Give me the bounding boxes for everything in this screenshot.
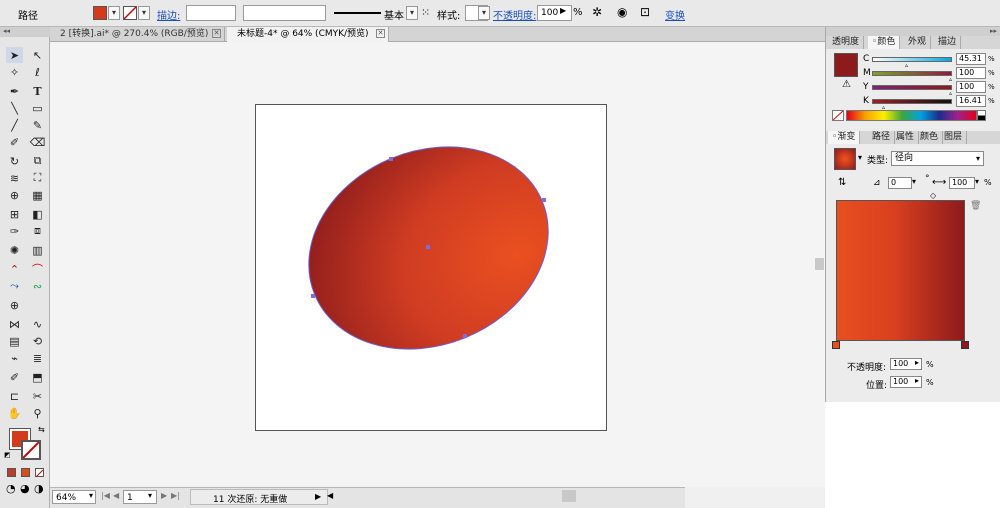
center-point[interactable] bbox=[426, 245, 430, 249]
channel-k-field[interactable]: 16.41 bbox=[956, 95, 986, 107]
status-info[interactable]: 11 次还原: 无重做 ▶ bbox=[190, 489, 328, 505]
channel-c-slider[interactable] bbox=[872, 57, 952, 62]
tab-transparency[interactable]: 透明度 bbox=[828, 36, 865, 49]
aspect-ratio-icon: ⟷ bbox=[932, 177, 947, 188]
channel-m-slider[interactable] bbox=[872, 71, 952, 76]
undo-status: 11 次还原: 无重做 bbox=[213, 495, 288, 505]
stop-opacity-unit: % bbox=[926, 360, 934, 369]
horizontal-scrollbar-thumb[interactable] bbox=[562, 490, 576, 502]
gradient-stop-start[interactable] bbox=[832, 341, 840, 349]
vertical-scrollbar-thumb[interactable] bbox=[815, 258, 824, 270]
status-bar: 64% ▾ |◀ ◀ 1 ▾ ▶ ▶| 11 次还原: 无重做 ▶ ◀ bbox=[50, 487, 685, 508]
channel-m-field[interactable]: 100 bbox=[956, 67, 986, 79]
current-color-swatch[interactable] bbox=[834, 53, 858, 77]
channel-y-thumb[interactable]: ▵ bbox=[949, 90, 952, 97]
stop-location-arrow-icon[interactable]: ▸ bbox=[915, 376, 919, 385]
tab-stroke[interactable]: 描边 bbox=[934, 36, 962, 49]
gradient-preview-swatch[interactable] bbox=[834, 148, 856, 170]
tab-layers[interactable]: 图层 bbox=[940, 131, 968, 144]
gradient-slider-preview[interactable] bbox=[836, 200, 965, 341]
angle-icon: ⊿ bbox=[873, 178, 881, 188]
channel-m-label: M bbox=[863, 68, 871, 78]
dock-header[interactable]: ▸▸ bbox=[826, 27, 1000, 36]
none-color-swatch[interactable] bbox=[832, 110, 844, 121]
aspect-dropdown-icon[interactable]: ▾ bbox=[975, 177, 979, 186]
channel-c-label: C bbox=[863, 54, 870, 64]
chevron-down-icon: ▾ bbox=[975, 154, 980, 163]
stop-opacity-arrow-icon[interactable]: ▸ bbox=[915, 358, 919, 367]
gradient-type-select[interactable]: 径向 ▾ bbox=[891, 151, 984, 166]
channel-k-label: K bbox=[863, 96, 869, 106]
gradient-panel-tabs: ◦渐变 路径 属性 颜色 图层 bbox=[826, 131, 1000, 144]
zoom-dropdown-icon[interactable]: ▾ bbox=[89, 491, 93, 500]
aspect-unit: % bbox=[984, 178, 992, 187]
stop-opacity-label: 不透明度: bbox=[847, 363, 887, 373]
angle-dropdown-icon[interactable]: ▾ bbox=[912, 177, 916, 186]
aspect-ratio-field[interactable]: 100 bbox=[949, 177, 975, 189]
artwork-layer bbox=[308, 146, 824, 350]
tab-color-2[interactable]: 颜色 bbox=[916, 131, 944, 144]
last-page-icon[interactable]: ▶| bbox=[171, 491, 180, 500]
scroll-left-icon[interactable]: ◀ bbox=[327, 491, 333, 500]
channel-y-field[interactable]: 100 bbox=[956, 81, 986, 93]
next-page-icon[interactable]: ▶ bbox=[161, 491, 167, 500]
prev-page-icon[interactable]: ◀ bbox=[113, 491, 119, 500]
first-page-icon[interactable]: |◀ bbox=[101, 491, 110, 500]
page-dropdown-icon[interactable]: ▾ bbox=[148, 491, 152, 500]
stop-location-unit: % bbox=[926, 378, 934, 387]
anchor-point[interactable] bbox=[542, 198, 546, 202]
gradient-type-label: 类型: bbox=[867, 156, 889, 166]
channel-c-field[interactable]: 45.31 bbox=[956, 53, 986, 65]
channel-y-unit: % bbox=[988, 83, 995, 91]
color-spectrum-bar[interactable] bbox=[846, 110, 977, 121]
tab-gradient[interactable]: ◦渐变 bbox=[828, 131, 861, 144]
reverse-gradient-icon[interactable]: ⇅ bbox=[838, 177, 846, 188]
channel-m-unit: % bbox=[988, 69, 995, 77]
gradient-preset-dropdown-icon[interactable]: ▾ bbox=[858, 153, 862, 162]
channel-y-label: Y bbox=[863, 82, 869, 92]
tab-appearance[interactable]: 外观 bbox=[904, 36, 932, 49]
anchor-point[interactable] bbox=[311, 294, 315, 298]
status-menu-icon[interactable]: ▶ bbox=[315, 492, 321, 501]
anchor-point[interactable] bbox=[463, 334, 467, 338]
channel-k-unit: % bbox=[988, 97, 995, 105]
panel-empty-area bbox=[825, 402, 1000, 508]
stop-location-label: 位置: bbox=[866, 381, 888, 391]
gradient-type-value: 径向 bbox=[895, 153, 914, 163]
delete-stop-icon[interactable]: 🗑 bbox=[970, 201, 981, 211]
channel-m-thumb[interactable]: ▵ bbox=[949, 76, 952, 83]
channel-c-thumb[interactable]: ▵ bbox=[905, 62, 908, 69]
midpoint-diamond-icon[interactable]: ◇ bbox=[930, 191, 936, 200]
channel-c-unit: % bbox=[988, 55, 995, 63]
tab-attributes[interactable]: 属性 bbox=[892, 131, 920, 144]
tab-color[interactable]: ◦颜色 bbox=[868, 36, 901, 49]
out-of-gamut-icon[interactable]: ⚠ bbox=[842, 79, 851, 90]
black-white-swatches[interactable] bbox=[977, 110, 986, 121]
gradient-stop-end[interactable] bbox=[961, 341, 969, 349]
color-panel-tabs: 透明度 ◦颜色 外观 描边 bbox=[826, 36, 1000, 49]
panel-dock: ▸▸ 透明度 ◦颜色 外观 描边 ⚠ C ▵ 45.31 M ▵ 100 Y ▵… bbox=[825, 27, 1000, 402]
tab-pathfinder[interactable]: 路径 bbox=[868, 131, 896, 144]
none-slash-icon bbox=[832, 110, 844, 121]
channel-y-slider[interactable] bbox=[872, 85, 952, 90]
gradient-angle-field[interactable]: 0 bbox=[888, 177, 912, 189]
anchor-point[interactable] bbox=[389, 157, 393, 161]
angle-unit: ° bbox=[925, 174, 930, 184]
